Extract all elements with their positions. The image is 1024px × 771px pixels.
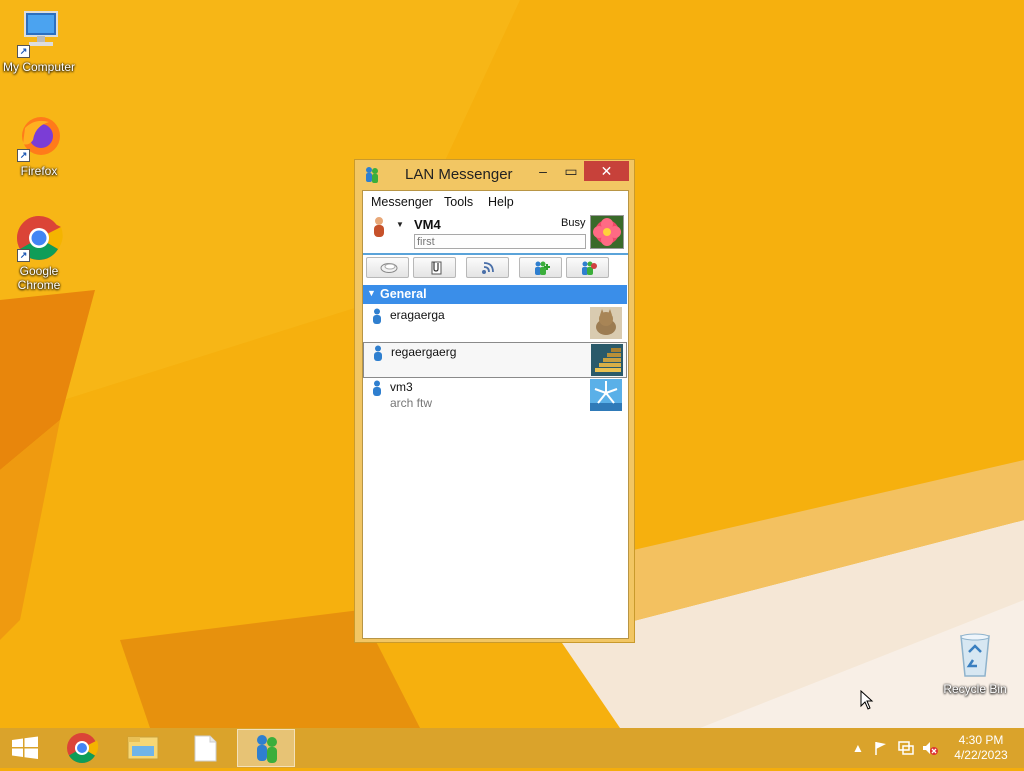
show-hidden-icons-icon[interactable]: ▲ — [852, 741, 864, 755]
taskbar-file-explorer[interactable] — [114, 729, 172, 767]
desktop-icon-my-computer[interactable]: ↗ My Computer — [0, 10, 78, 74]
clock-date: 4/22/2023 — [954, 748, 1008, 762]
shortcut-arrow-icon: ↗ — [17, 149, 30, 162]
taskbar-lan-messenger[interactable] — [237, 729, 295, 767]
messenger-client-area: Messenger Tools Help ▼ VM4 Busy first ▼ … — [362, 190, 629, 639]
contact-name: eragaerga — [390, 308, 445, 322]
cat-avatar — [590, 307, 622, 339]
desktop-icon-firefox[interactable]: ↗ Firefox — [0, 114, 78, 178]
recycle-bin-icon — [951, 632, 999, 680]
lan-messenger-icon — [257, 735, 277, 763]
windmill-avatar — [590, 379, 622, 411]
clock-time: 4:30 PM — [958, 733, 1004, 747]
desktop-icon-google-chrome[interactable]: ↗ Google Chrome — [0, 214, 78, 292]
chat-button[interactable] — [366, 257, 409, 278]
desktop-icon-label: Firefox — [20, 164, 58, 178]
lan-messenger-window[interactable]: LAN Messenger ‒ ▭ ✕ Messenger Tools Help… — [354, 159, 635, 643]
desktop-icon-recycle-bin[interactable]: Recycle Bin — [936, 632, 1014, 696]
status-dropdown-icon[interactable]: ▼ — [396, 220, 404, 229]
start-button[interactable] — [0, 729, 58, 767]
menu-bar: Messenger Tools Help — [363, 191, 628, 211]
firefox-icon: ↗ — [15, 114, 63, 162]
profile-separator — [363, 253, 628, 255]
stairs-avatar — [591, 344, 623, 376]
close-button[interactable]: ✕ — [584, 161, 629, 181]
desktop-icon-label: My Computer — [2, 60, 76, 74]
online-person-icon — [374, 345, 382, 361]
online-person-icon — [373, 380, 381, 396]
action-center-flag-icon[interactable] — [873, 740, 889, 756]
title-bar[interactable]: LAN Messenger ‒ ▭ ✕ — [355, 160, 634, 188]
expand-arrow-icon[interactable]: ▼ — [367, 288, 376, 298]
settings-button[interactable] — [566, 257, 609, 278]
taskbar: ▲ 4:30 PM 4/22/2023 — [0, 728, 1024, 768]
shortcut-arrow-icon: ↗ — [17, 45, 30, 58]
volume-muted-icon[interactable] — [921, 740, 939, 756]
minimize-button[interactable]: ‒ — [529, 161, 557, 181]
group-header-general[interactable]: ▼ General — [363, 285, 627, 304]
desktop-icon-label: Recycle Bin — [943, 682, 1007, 696]
chrome-icon — [67, 733, 99, 764]
mouse-cursor-icon — [860, 690, 874, 710]
system-clock[interactable]: 4:30 PM 4/22/2023 — [953, 733, 1009, 763]
file-transfer-button[interactable] — [413, 257, 456, 278]
minimize-icon: ‒ — [539, 163, 547, 179]
start-icon — [12, 736, 38, 759]
file-explorer-icon — [127, 736, 159, 760]
contact-list-item[interactable]: regaergaerg — [363, 342, 627, 378]
contact-list-item[interactable]: vm3 arch ftw — [363, 378, 627, 414]
menu-help[interactable]: Help — [488, 195, 514, 209]
group-name: General — [380, 287, 427, 301]
add-contacts-icon — [535, 261, 550, 275]
lan-messenger-icon — [366, 167, 378, 183]
messenger-toolbar — [363, 257, 628, 283]
user-avatar[interactable] — [590, 215, 624, 249]
notepad-icon — [194, 735, 217, 762]
user-profile-panel: ▼ VM4 Busy — [363, 213, 628, 253]
maximize-icon: ▭ — [564, 163, 578, 179]
broadcast-icon — [482, 262, 494, 274]
contact-note: arch ftw — [390, 396, 433, 410]
shortcut-arrow-icon: ↗ — [17, 249, 30, 262]
add-contacts-button[interactable] — [519, 257, 562, 278]
chrome-icon: ↗ — [15, 214, 63, 262]
user-status: Busy — [561, 217, 586, 229]
window-title: LAN Messenger — [405, 166, 513, 183]
contact-name: vm3 — [390, 380, 413, 394]
taskbar-notepad[interactable] — [176, 729, 234, 767]
menu-messenger[interactable]: Messenger — [371, 195, 433, 209]
taskbar-chrome[interactable] — [53, 729, 111, 767]
personal-note-input[interactable] — [414, 234, 586, 249]
desktop-icon-label: Google Chrome — [17, 264, 61, 292]
contact-name: regaergaerg — [391, 345, 457, 359]
network-icon[interactable] — [897, 740, 915, 756]
broadcast-button[interactable] — [466, 257, 509, 278]
menu-tools[interactable]: Tools — [444, 195, 473, 209]
settings-icon — [582, 261, 597, 275]
maximize-button[interactable]: ▭ — [557, 161, 585, 181]
close-icon: ✕ — [600, 163, 613, 179]
user-name: VM4 — [414, 217, 441, 232]
chat-icon — [380, 263, 398, 273]
online-person-icon — [373, 308, 381, 324]
busy-person-icon[interactable] — [373, 216, 385, 238]
computer-icon: ↗ — [15, 10, 63, 58]
contact-list-item[interactable]: eragaerga — [363, 306, 627, 342]
file-transfer-icon — [431, 261, 442, 275]
